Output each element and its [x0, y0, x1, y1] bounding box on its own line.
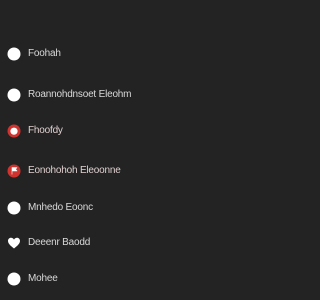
menu-item-1[interactable]: Foohah	[0, 40, 300, 68]
side-menu: Foohah Roannohdnsoet Eleohm Fhoofdy Eono…	[0, 0, 300, 300]
menu-item-label: Eonohohoh Eleoonne	[28, 165, 121, 176]
menu-item-label: Fhoofdy	[28, 125, 63, 136]
menu-item-label: Roannohdnsoet Eleohm	[28, 89, 132, 100]
circle-icon	[7, 88, 21, 102]
menu-item-label: Deeenr Baodd	[28, 237, 91, 248]
record-icon	[7, 124, 21, 138]
menu-item-7[interactable]: Mohee	[0, 265, 300, 293]
menu-item-label: Mnhedo Eoonc	[28, 202, 93, 213]
heart-icon	[7, 236, 21, 250]
circle-icon	[7, 47, 21, 61]
circle-icon	[7, 272, 21, 286]
menu-item-3[interactable]: Fhoofdy	[0, 117, 300, 145]
menu-item-label: Foohah	[28, 48, 61, 59]
flag-icon	[7, 164, 21, 178]
menu-item-6[interactable]: Deeenr Baodd	[0, 229, 300, 257]
circle-icon	[7, 201, 21, 215]
menu-item-4[interactable]: Eonohohoh Eleoonne	[0, 157, 300, 185]
menu-item-2[interactable]: Roannohdnsoet Eleohm	[0, 81, 300, 109]
menu-item-label: Mohee	[28, 273, 58, 284]
menu-item-5[interactable]: Mnhedo Eoonc	[0, 194, 300, 222]
